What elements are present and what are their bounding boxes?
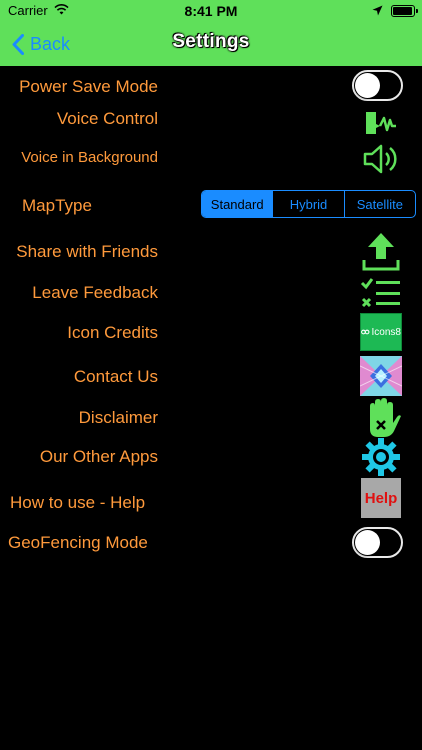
gear-icon[interactable] [361,437,401,477]
help-icon[interactable]: Help [361,478,401,518]
map-type-segmented-control: Standard Hybrid Satellite [201,190,416,218]
geofencing-label: GeoFencing Mode [8,533,148,552]
hand-stop-icon[interactable] [362,397,402,439]
voice-background-label: Voice in Background [21,149,158,166]
help-icon-text: Help [364,489,398,507]
map-type-hybrid[interactable]: Hybrid [272,191,343,217]
feedback-label: Leave Feedback [32,283,158,302]
other-apps-label: Our Other Apps [39,447,158,466]
disclaimer-label: Disclaimer [78,408,158,427]
checklist-icon[interactable] [360,276,402,308]
battery-icon [391,5,418,17]
toggle-knob [355,530,380,555]
toggle-knob [355,73,380,98]
contact-label: Contact Us [73,367,158,386]
help-label: How to use - Help [10,493,146,512]
map-type-label: MapType [22,196,92,215]
power-save-toggle[interactable] [352,70,403,101]
voice-wave-icon[interactable] [362,104,400,138]
map-type-satellite[interactable]: Satellite [343,191,415,217]
icons8-logo-icon[interactable]: Icons8 [360,313,402,351]
map-type-standard[interactable]: Standard [202,191,273,217]
geofencing-toggle[interactable] [352,527,403,558]
icon-credits-label: Icon Credits [67,323,158,342]
abstract-pattern-icon[interactable] [360,356,402,396]
status-bar: Carrier 8:41 PM [0,0,422,22]
upload-icon[interactable] [360,230,402,272]
status-time: 8:41 PM [184,3,238,19]
power-save-label: Power Save Mode [19,77,158,96]
icons8-logo-text: Icons8 [371,326,401,338]
speaker-icon[interactable] [361,141,401,177]
share-label: Share with Friends [16,242,158,261]
page-title: Settings [172,31,250,52]
location-arrow-icon [372,5,383,16]
voice-control-label: Voice Control [56,109,158,128]
